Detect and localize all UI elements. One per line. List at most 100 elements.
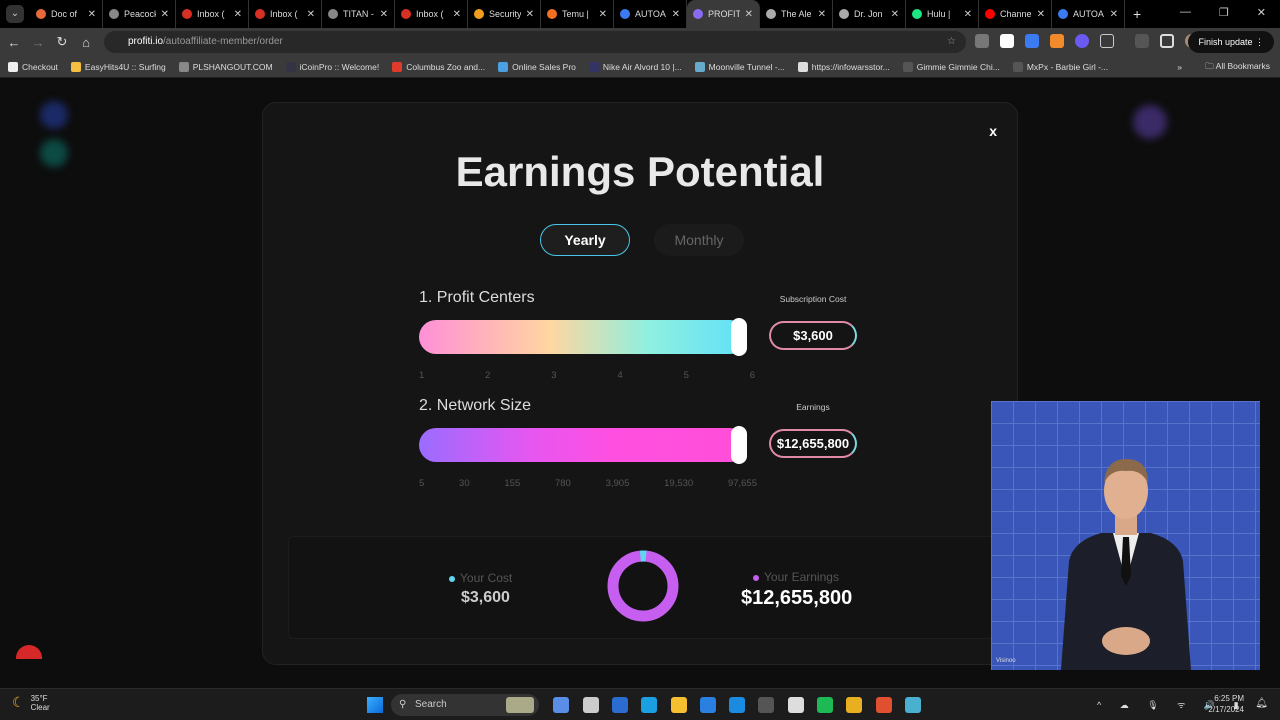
- close-tab-icon[interactable]: ✕: [672, 9, 680, 20]
- close-tab-icon[interactable]: ✕: [818, 9, 826, 20]
- close-tab-icon[interactable]: ✕: [161, 9, 169, 20]
- browser-tab[interactable]: Hulu | ✕: [906, 0, 979, 28]
- close-tab-icon[interactable]: ✕: [234, 9, 242, 20]
- back-button[interactable]: ←: [2, 35, 26, 50]
- gear-extension-icon[interactable]: [1075, 34, 1089, 48]
- taskbar-app-icon[interactable]: [611, 697, 628, 713]
- taskbar-app-icon[interactable]: [758, 697, 775, 713]
- earnings-arc: [607, 550, 679, 622]
- metamask-extension-icon[interactable]: [1050, 34, 1064, 48]
- clock[interactable]: 6:25 PM 2/17/2024: [1208, 693, 1244, 715]
- browser-tab[interactable]: PROFITI ✕: [687, 0, 760, 28]
- bookmark-item[interactable]: https://infowarsstor...: [797, 61, 890, 72]
- slider-tick-label: 1: [419, 370, 425, 381]
- taskbar-app-icon[interactable]: [846, 697, 863, 713]
- close-tab-icon[interactable]: ✕: [453, 9, 461, 20]
- t-extension-icon[interactable]: [1000, 34, 1014, 48]
- profit-centers-ticks: 1 2 3 4 5 6: [419, 370, 755, 381]
- close-tab-icon[interactable]: ✕: [380, 9, 388, 20]
- browser-tab[interactable]: Inbox (✕: [395, 0, 468, 28]
- tab-monthly[interactable]: Monthly: [654, 224, 744, 256]
- taskbar-app-icon[interactable]: [582, 697, 599, 713]
- slider-handle[interactable]: [731, 426, 747, 464]
- tab-title: Dr. Jon: [854, 9, 883, 19]
- bookmark-item[interactable]: Moonville Tunnel -...: [694, 61, 785, 72]
- taskbar-app-icon[interactable]: [699, 697, 716, 713]
- taskbar-app-icon[interactable]: [553, 697, 570, 713]
- browser-tab[interactable]: Inbox (✕: [176, 0, 249, 28]
- close-modal-button[interactable]: x: [989, 123, 997, 139]
- browser-tab[interactable]: TITAN - ✕: [322, 0, 395, 28]
- notification-bell-icon[interactable]: 🔔︎: [1255, 698, 1268, 709]
- browser-tab[interactable]: AUTOA ✕: [614, 0, 687, 28]
- close-tab-icon[interactable]: ✕: [1110, 9, 1118, 20]
- forward-button[interactable]: →: [26, 35, 50, 50]
- taskbar-app-icon[interactable]: [670, 697, 687, 713]
- autoaffiliate-extension-icon[interactable]: [1025, 34, 1039, 48]
- taskbar-app-icon[interactable]: [729, 697, 746, 713]
- browser-tab[interactable]: Channe ✕: [979, 0, 1052, 28]
- close-tab-icon[interactable]: ✕: [891, 9, 899, 20]
- close-tab-icon[interactable]: ✕: [599, 9, 607, 20]
- chat-widget-icon[interactable]: [16, 645, 42, 659]
- bookmark-item[interactable]: Online Sales Pro: [498, 61, 576, 72]
- close-tab-icon[interactable]: ✕: [1037, 9, 1045, 20]
- start-button[interactable]: [367, 697, 383, 713]
- bookmark-item[interactable]: Nike Air Alvord 10 |...: [588, 61, 682, 72]
- close-window-button[interactable]: ✕: [1257, 6, 1266, 19]
- address-bar[interactable]: profiti.io/autoaffiliate-member/order ☆: [104, 31, 966, 53]
- tab-search-button[interactable]: ⌄: [6, 5, 24, 23]
- new-tab-button[interactable]: +: [1133, 6, 1141, 22]
- your-cost-label: Your Cost: [449, 571, 512, 585]
- browser-tab[interactable]: Inbox (✕: [249, 0, 322, 28]
- close-tab-icon[interactable]: ✕: [307, 9, 315, 20]
- profit-centers-slider[interactable]: [419, 318, 747, 356]
- bookmark-item[interactable]: Checkout: [8, 61, 58, 72]
- taskbar-app-icon[interactable]: [875, 697, 892, 713]
- side-panel-icon[interactable]: [1160, 34, 1174, 48]
- bookmark-item[interactable]: Columbus Zoo and...: [392, 61, 485, 72]
- tab-favicon-icon: [985, 9, 995, 19]
- modal-title: Earnings Potential: [455, 148, 825, 195]
- taskbar-app-icon[interactable]: [904, 697, 921, 713]
- media-icon[interactable]: [1135, 34, 1149, 48]
- network-size-slider[interactable]: [419, 426, 747, 464]
- browser-tab[interactable]: Temu | ✕: [541, 0, 614, 28]
- bookmark-item[interactable]: Gimmie Gimmie Chi...: [902, 61, 1000, 72]
- tab-yearly[interactable]: Yearly: [540, 224, 630, 256]
- bookmark-item[interactable]: MxPx - Barbie Girl -...: [1012, 61, 1108, 72]
- bookmark-item[interactable]: iCoinPro :: Welcome!: [285, 61, 379, 72]
- browser-tab[interactable]: Security ✕: [468, 0, 541, 28]
- browser-tab[interactable]: Doc of ✕: [30, 0, 103, 28]
- bookmark-label: https://infowarsstor...: [811, 61, 890, 72]
- browser-tab[interactable]: Dr. Jon ✕: [833, 0, 906, 28]
- home-button[interactable]: ⌂: [74, 35, 98, 50]
- slider-handle[interactable]: [731, 318, 747, 356]
- all-bookmarks-button[interactable]: 🗀 All Bookmarks: [1205, 61, 1270, 75]
- tab-favicon-icon: [693, 9, 703, 19]
- taskbar-app-icon[interactable]: [506, 697, 534, 713]
- browser-tab[interactable]: The Ale ✕: [760, 0, 833, 28]
- browser-tab[interactable]: Peacock ✕: [103, 0, 176, 28]
- minimize-button[interactable]: —: [1180, 6, 1191, 19]
- tab-favicon-icon: [328, 9, 338, 19]
- taskbar-app-icon[interactable]: [817, 697, 833, 713]
- close-tab-icon[interactable]: ✕: [88, 9, 96, 20]
- close-tab-icon[interactable]: ✕: [745, 9, 753, 20]
- bookmark-item[interactable]: EasyHits4U :: Surfing: [70, 61, 166, 72]
- extensions-puzzle-icon[interactable]: [1100, 34, 1114, 48]
- facebook-extension-icon[interactable]: [975, 34, 989, 48]
- finish-update-button[interactable]: Finish update ⋮: [1188, 31, 1274, 53]
- close-tab-icon[interactable]: ✕: [964, 9, 972, 20]
- close-tab-icon[interactable]: ✕: [526, 9, 534, 20]
- tab-favicon-icon: [401, 9, 411, 19]
- browser-tab[interactable]: AUTOA ✕: [1052, 0, 1125, 28]
- reload-button[interactable]: ↻: [50, 34, 74, 50]
- more-bookmarks-icon[interactable]: »: [1177, 62, 1182, 72]
- taskbar-app-icon[interactable]: [787, 697, 804, 713]
- restore-button[interactable]: ❐: [1219, 6, 1229, 19]
- taskbar-app-icon[interactable]: [641, 697, 658, 713]
- bookmark-star-icon[interactable]: ☆: [947, 31, 956, 53]
- weather-widget[interactable]: ☾ 35°F Clear: [12, 694, 50, 712]
- bookmark-item[interactable]: PLSHANGOUT.COM: [178, 61, 273, 72]
